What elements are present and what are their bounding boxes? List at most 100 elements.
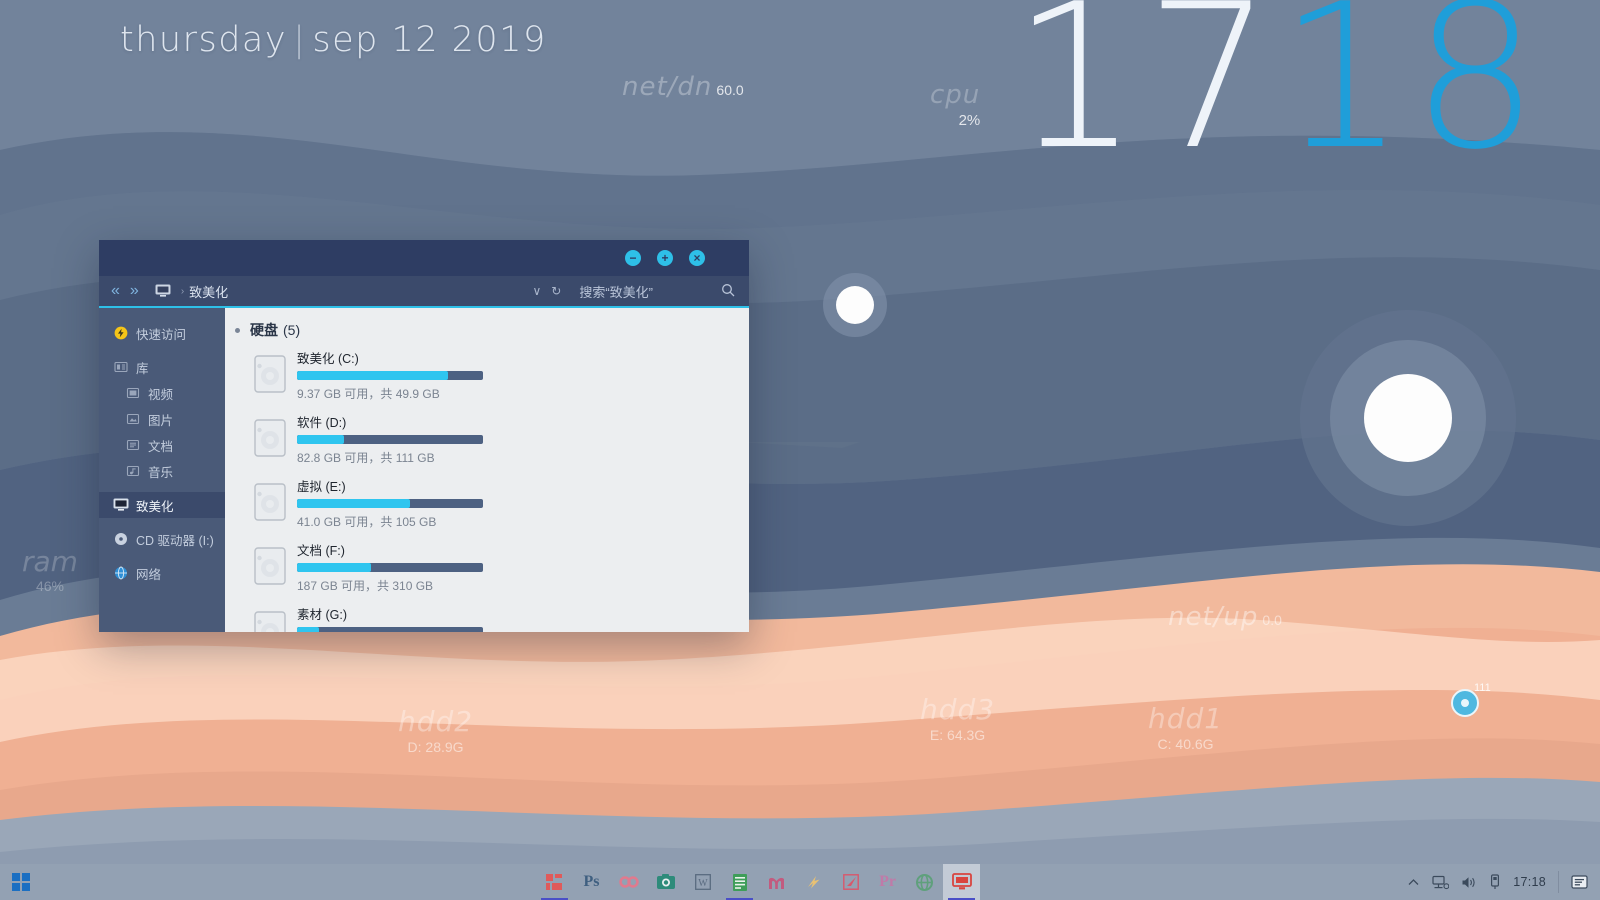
navigation-sidebar[interactable]: 快速访问 库 视频 图片 文档 音乐 致美化 CD 驱动器 (I:) 网络	[99, 308, 225, 632]
drive-usage-bar	[297, 371, 483, 380]
photoshop-icon: Ps	[583, 873, 600, 890]
taskbar[interactable]: Ps W Pr 17:18	[0, 864, 1600, 900]
taskbar-app-word[interactable]: W	[684, 864, 721, 900]
documents-folder-icon	[125, 437, 141, 453]
hdd2-value: D: 28.9G	[407, 739, 464, 755]
sidebar-item-label: 网络	[136, 567, 162, 582]
drive-usage-bar	[297, 499, 483, 508]
net-up-label: net/up	[1168, 602, 1259, 632]
sidebar-item-label: 音乐	[148, 465, 174, 480]
taskbar-clock[interactable]: 17:18	[1513, 875, 1546, 889]
refresh-icon[interactable]: ↻	[551, 284, 561, 298]
drive-item[interactable]: 素材 (G:) 137 GB 可用，共 155 GB	[253, 602, 503, 632]
history-dropdown-icon[interactable]: ∨	[532, 284, 541, 298]
usb-tray-icon[interactable]	[1489, 874, 1501, 890]
sidebar-item-documents[interactable]: 文档	[99, 432, 225, 458]
sidebar-item-videos[interactable]: 视频	[99, 380, 225, 406]
drive-name: 素材 (G:)	[297, 608, 347, 622]
navigation-bar[interactable]: « » › 致美化 ∨ ↻ 搜索“致美化”	[99, 276, 749, 306]
start-button[interactable]	[0, 864, 42, 900]
hdd3-label: hdd3	[920, 693, 996, 726]
taskbar-app-globe[interactable]	[906, 864, 943, 900]
group-header-drives[interactable]: 硬盘 (5)	[225, 320, 749, 340]
sidebar-item-pictures[interactable]: 图片	[99, 406, 225, 432]
taskbar-app-grid-app[interactable]	[536, 864, 573, 900]
date-weekday: thursday	[120, 20, 288, 60]
taskbar-app-premiere[interactable]: Pr	[869, 864, 906, 900]
drive-item[interactable]: 文档 (F:) 187 GB 可用，共 310 GB	[253, 538, 503, 596]
taskbar-app-mendeley[interactable]	[758, 864, 795, 900]
group-count: (5)	[283, 322, 301, 338]
drive-item[interactable]: 软件 (D:) 82.8 GB 可用，共 111 GB	[253, 410, 503, 468]
hdd1-value: C: 40.6G	[1157, 736, 1214, 752]
drive-detail: 9.37 GB 可用，共 49.9 GB	[297, 387, 440, 401]
svg-text:W: W	[698, 878, 708, 889]
date-value: sep 12 2019	[312, 20, 547, 60]
taskbar-app-snipping-tool[interactable]	[832, 864, 869, 900]
clock-minutes: 18	[1278, 0, 1545, 194]
drive-item[interactable]: 虚拟 (E:) 41.0 GB 可用，共 105 GB	[253, 474, 503, 532]
hard-disk-icon	[253, 604, 291, 632]
group-name: 硬盘	[250, 322, 278, 338]
sidebar-item-music[interactable]: 音乐	[99, 458, 225, 484]
hdd3-widget: hdd3 E: 64.3G	[920, 693, 995, 743]
window-titlebar[interactable]: − + ×	[99, 240, 749, 276]
close-button[interactable]: ×	[689, 250, 705, 266]
network-icon	[113, 565, 129, 581]
sidebar-item-label: 文档	[148, 439, 174, 454]
taskbar-app-camera[interactable]	[647, 864, 684, 900]
network-tray-icon[interactable]	[1432, 875, 1450, 890]
sidebar-item-quick-access[interactable]: 快速访问	[99, 320, 225, 346]
taskbar-app-thunder-download[interactable]	[795, 864, 832, 900]
file-explorer-window[interactable]: − + × « » › 致美化 ∨ ↻ 搜索“致美化” 快速访问 库 视频 图片…	[99, 240, 749, 632]
taskbar-app-photoshop[interactable]: Ps	[573, 864, 610, 900]
sidebar-item-library[interactable]: 库	[99, 354, 225, 380]
drive-detail: 41.0 GB 可用，共 105 GB	[297, 515, 437, 529]
map-pin-widget[interactable]: 111	[1450, 682, 1491, 723]
clock-hours: 17	[1012, 0, 1279, 194]
snipping-tool-icon	[842, 874, 859, 890]
group-bullet	[235, 327, 240, 333]
hard-disk-icon	[253, 540, 291, 594]
hdd1-label: hdd1	[1148, 702, 1224, 735]
volume-tray-icon[interactable]	[1461, 875, 1477, 890]
maximize-button[interactable]: +	[657, 250, 673, 266]
hdd3-value: E: 64.3G	[929, 727, 986, 743]
chevron-up-icon[interactable]	[1407, 876, 1420, 889]
minimize-button[interactable]: −	[625, 250, 641, 266]
hard-disk-icon	[253, 412, 291, 466]
drive-usage-bar	[297, 435, 483, 444]
taskbar-app-infinity[interactable]	[610, 864, 647, 900]
ram-widget: ram 46%	[22, 545, 78, 594]
search-input[interactable]: 搜索“致美化”	[579, 282, 653, 301]
globe-app-icon	[916, 873, 933, 891]
tray-divider	[1558, 871, 1559, 893]
search-icon[interactable]	[721, 283, 735, 300]
taskbar-app-excel[interactable]	[721, 864, 758, 900]
sidebar-item-cd-drive[interactable]: CD 驱动器 (I:)	[99, 526, 225, 552]
back-button[interactable]: «	[111, 282, 120, 300]
sidebar-item-label: 图片	[148, 413, 174, 428]
drive-name: 文档 (F:)	[297, 544, 345, 558]
breadcrumb-current[interactable]: 致美化	[189, 282, 228, 301]
drive-name: 致美化 (C:)	[297, 352, 359, 366]
clock-widget: 1718	[1012, 0, 1545, 178]
sidebar-item-label: CD 驱动器 (I:)	[136, 533, 214, 548]
drive-usage-bar	[297, 563, 483, 572]
ram-value: 46%	[35, 578, 64, 594]
drive-name: 软件 (D:)	[297, 416, 347, 430]
sidebar-item-this-pc[interactable]: 致美化	[99, 492, 225, 518]
drive-item[interactable]: 致美化 (C:) 9.37 GB 可用，共 49.9 GB	[253, 346, 503, 404]
sidebar-item-network[interactable]: 网络	[99, 560, 225, 586]
forward-button[interactable]: »	[130, 282, 139, 300]
taskbar-apps[interactable]: Ps W Pr	[536, 864, 980, 900]
file-list-content[interactable]: 硬盘 (5) 致美化 (C:) 9.37 GB 可用，共 49.9 GB 软件 …	[225, 308, 749, 632]
video-folder-icon	[125, 385, 141, 401]
taskbar-app-file-explorer[interactable]	[943, 864, 980, 900]
system-tray[interactable]: 17:18	[1407, 864, 1588, 900]
notification-center-icon[interactable]	[1571, 874, 1588, 890]
word-icon: W	[694, 874, 711, 890]
windows-logo-icon	[12, 873, 30, 891]
file-explorer-icon	[951, 873, 972, 890]
